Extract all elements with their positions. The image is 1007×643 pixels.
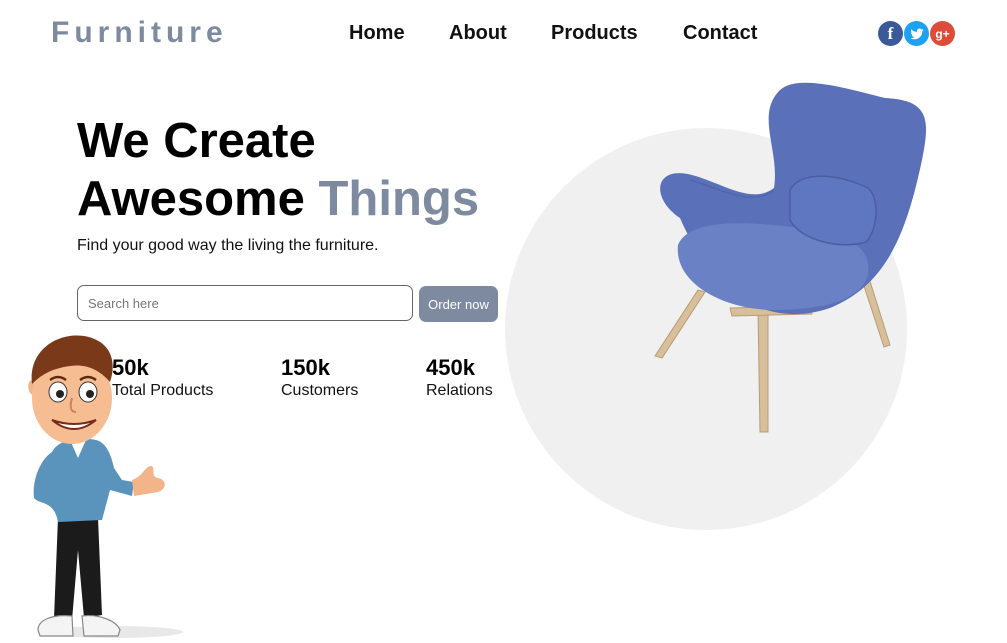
stat-label: Relations (426, 382, 493, 399)
hero-title-word-things: Things (318, 172, 480, 226)
search-input[interactable] (77, 285, 413, 321)
man-shoe-left (37, 615, 74, 637)
man-sweater (33, 438, 134, 522)
twitter-icon[interactable] (904, 21, 929, 46)
stat-customers: 150k Customers (281, 355, 358, 401)
nav-about-link[interactable]: About (449, 22, 507, 45)
stat-relations: 450k Relations (426, 355, 493, 401)
armchair-illustration (654, 82, 927, 433)
facebook-glyph: f (887, 23, 894, 43)
hero-title-word-awesome: Awesome (77, 172, 305, 226)
hero-headline: We Create Awesome Things (77, 112, 479, 228)
man-shoe-right (81, 615, 121, 637)
man-hand (132, 466, 165, 496)
google-plus-icon[interactable]: g+ (930, 21, 955, 46)
nav-home-link[interactable]: Home (349, 22, 405, 45)
google-plus-glyph: g+ (935, 26, 950, 41)
stat-value: 150k (281, 355, 330, 380)
stat-value: 450k (426, 355, 475, 380)
man-trousers (54, 518, 102, 620)
cartoon-man-illustration (28, 335, 183, 638)
order-now-button[interactable]: Order now (419, 286, 498, 322)
hero-subtitle: Find your good way the living the furnit… (77, 237, 379, 254)
stat-label: Customers (281, 382, 359, 399)
nav-products-link[interactable]: Products (551, 22, 638, 45)
main-nav: Home About Products Contact (0, 22, 1007, 52)
facebook-icon[interactable]: f (878, 21, 903, 46)
hero-title-line1: We Create (77, 114, 316, 168)
twitter-bird-glyph (909, 28, 924, 39)
nav-contact-link[interactable]: Contact (683, 22, 757, 45)
